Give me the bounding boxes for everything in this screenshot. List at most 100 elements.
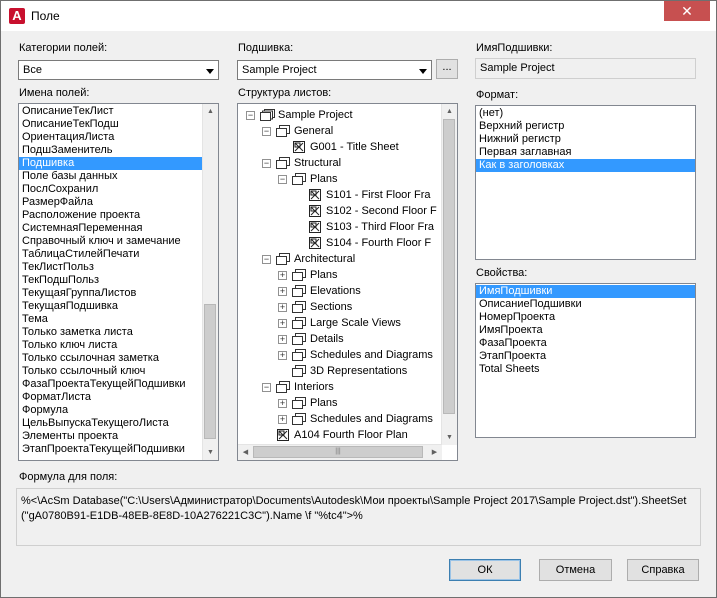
expand-icon[interactable]: + xyxy=(278,414,287,424)
tree-node[interactable]: − Architectural xyxy=(262,251,355,267)
tree-node[interactable]: − Interiors xyxy=(262,379,334,395)
property-item[interactable]: Total Sheets xyxy=(476,363,695,376)
cancel-button[interactable]: Отмена xyxy=(539,559,612,581)
format-item[interactable]: (нет) xyxy=(476,107,695,120)
property-item[interactable]: ОписаниеПодшивки xyxy=(476,298,695,311)
tree-node[interactable]: S103 - Third Floor Fra xyxy=(294,219,434,235)
scroll-up-icon[interactable]: ▲ xyxy=(442,104,457,119)
field-name-item[interactable]: ОриентацияЛиста xyxy=(19,131,202,144)
tree-node[interactable]: G001 - Title Sheet xyxy=(278,139,399,155)
format-item[interactable]: Первая заглавная xyxy=(476,146,695,159)
scroll-up-icon[interactable]: ▲ xyxy=(203,104,218,119)
field-name-item[interactable]: Только ключ листа xyxy=(19,339,202,352)
ok-button[interactable]: ОК xyxy=(449,559,521,581)
field-names-list[interactable]: ОписаниеТекЛист ОписаниеТекПодш Ориентация… xyxy=(18,103,219,461)
sheet-tree[interactable]: − Sample Project − General G001 - Title Shee… xyxy=(237,103,458,461)
field-name-item[interactable]: ТекПодшПольз xyxy=(19,274,202,287)
field-name-item[interactable]: Формула xyxy=(19,404,202,417)
property-item[interactable]: ИмяПроекта xyxy=(476,324,695,337)
collapse-icon[interactable]: − xyxy=(278,174,287,184)
field-name-item[interactable]: ПодшЗаменитель xyxy=(19,144,202,157)
hscroll-thumb[interactable]: ||| xyxy=(253,446,423,458)
scroll-down-icon[interactable]: ▼ xyxy=(442,430,457,445)
property-item[interactable]: ФазаПроекта xyxy=(476,337,695,350)
properties-list[interactable]: ИмяПодшивки ОписаниеПодшивки НомерПроекта И… xyxy=(475,283,696,438)
tree-node[interactable]: + Plans xyxy=(278,267,338,283)
field-name-item[interactable]: Справочный ключ и замечание xyxy=(19,235,202,248)
tree-node[interactable]: + Large Scale Views xyxy=(278,315,401,331)
categories-value: Все xyxy=(23,64,42,76)
expand-icon[interactable]: + xyxy=(278,350,287,360)
tree-node[interactable]: + Details xyxy=(278,331,344,347)
scroll-thumb[interactable] xyxy=(204,304,216,439)
expand-icon[interactable]: + xyxy=(278,286,287,296)
expand-icon[interactable]: + xyxy=(278,270,287,280)
scroll-right-icon[interactable]: ▶ xyxy=(427,445,442,460)
field-name-item[interactable]: Тема xyxy=(19,313,202,326)
tree-node[interactable]: + Elevations xyxy=(278,283,361,299)
field-name-item[interactable]: Только заметка листа xyxy=(19,326,202,339)
property-item[interactable]: ИмяПодшивки xyxy=(476,285,695,298)
format-list[interactable]: (нет) Верхний регистр Нижний регистр Первая… xyxy=(475,105,696,260)
field-name-item[interactable]: Подшивка xyxy=(19,157,202,170)
collapse-icon[interactable]: − xyxy=(262,126,271,136)
tree-node[interactable]: + Schedules and Diagrams xyxy=(278,411,433,427)
field-name-item[interactable]: ОписаниеТекПодш xyxy=(19,118,202,131)
property-item[interactable]: ЭтапПроекта xyxy=(476,350,695,363)
tree-node[interactable]: − General xyxy=(262,123,333,139)
title-bar[interactable]: A Поле ✕ xyxy=(1,1,716,31)
tree-node[interactable]: − Plans xyxy=(278,171,338,187)
sheet-structure-label: Структура листов: xyxy=(238,87,332,99)
categories-dropdown[interactable]: Все xyxy=(18,60,219,80)
field-name-item[interactable]: ТаблицаСтилейПечати xyxy=(19,248,202,261)
tree-node[interactable]: S101 - First Floor Fra xyxy=(294,187,431,203)
format-item[interactable]: Нижний регистр xyxy=(476,133,695,146)
field-name-item[interactable]: Только ссылочная заметка xyxy=(19,352,202,365)
tree-vscrollbar[interactable]: ▲ ▼ xyxy=(441,104,457,445)
field-name-item[interactable]: ЭтапПроектаТекущейПодшивки xyxy=(19,443,202,456)
expand-icon[interactable]: + xyxy=(278,318,287,328)
field-names-scrollbar[interactable]: ▲ ▼ xyxy=(202,104,218,460)
tree-node[interactable]: − Structural xyxy=(262,155,341,171)
field-name-item[interactable]: ОписаниеТекЛист xyxy=(19,105,202,118)
property-item[interactable]: НомерПроекта xyxy=(476,311,695,324)
scroll-down-icon[interactable]: ▼ xyxy=(203,445,218,460)
field-name-item[interactable]: ТекЛистПольз xyxy=(19,261,202,274)
help-button[interactable]: Справка xyxy=(627,559,699,581)
expand-icon[interactable]: + xyxy=(278,302,287,312)
collapse-icon[interactable]: − xyxy=(246,110,255,120)
format-item[interactable]: Верхний регистр xyxy=(476,120,695,133)
scroll-thumb[interactable] xyxy=(443,119,455,414)
browse-sheetset-button[interactable]: ... xyxy=(436,59,458,79)
tree-node[interactable]: A104 Fourth Floor Plan xyxy=(262,427,408,443)
field-name-item[interactable]: ЦельВыпускаТекущегоЛиста xyxy=(19,417,202,430)
tree-node[interactable]: S104 - Fourth Floor F xyxy=(294,235,431,251)
expand-icon[interactable]: + xyxy=(278,398,287,408)
scroll-left-icon[interactable]: ◀ xyxy=(238,445,253,460)
field-name-item[interactable]: Только ссылочный ключ xyxy=(19,365,202,378)
close-button[interactable]: ✕ xyxy=(664,1,710,21)
field-name-item[interactable]: ТекущаяПодшивка xyxy=(19,300,202,313)
collapse-icon[interactable]: − xyxy=(262,254,271,264)
field-name-item[interactable]: ФазаПроектаТекущейПодшивки xyxy=(19,378,202,391)
field-name-item[interactable]: СистемнаяПеременная xyxy=(19,222,202,235)
tree-node[interactable]: + Plans xyxy=(278,395,338,411)
field-name-item[interactable]: ТекущаяГруппаЛистов xyxy=(19,287,202,300)
field-name-item[interactable]: РазмерФайла xyxy=(19,196,202,209)
field-name-item[interactable]: ФорматЛиста xyxy=(19,391,202,404)
tree-node[interactable]: + Sections xyxy=(278,299,352,315)
format-item[interactable]: Как в заголовках xyxy=(476,159,695,172)
tree-hscrollbar[interactable]: ◀ ||| ▶ xyxy=(238,444,442,460)
sheetset-dropdown[interactable]: Sample Project xyxy=(237,60,432,80)
tree-node[interactable]: − Sample Project xyxy=(246,107,353,123)
tree-node[interactable]: S102 - Second Floor F xyxy=(294,203,437,219)
field-name-item[interactable]: Элементы проекта xyxy=(19,430,202,443)
tree-node[interactable]: 3D Representations xyxy=(278,363,407,379)
field-name-item[interactable]: Поле базы данных xyxy=(19,170,202,183)
expand-icon[interactable]: + xyxy=(278,334,287,344)
collapse-icon[interactable]: − xyxy=(262,158,271,168)
tree-node[interactable]: + Schedules and Diagrams xyxy=(278,347,433,363)
field-name-item[interactable]: Расположение проекта xyxy=(19,209,202,222)
collapse-icon[interactable]: − xyxy=(262,382,271,392)
field-name-item[interactable]: ПослСохранил xyxy=(19,183,202,196)
